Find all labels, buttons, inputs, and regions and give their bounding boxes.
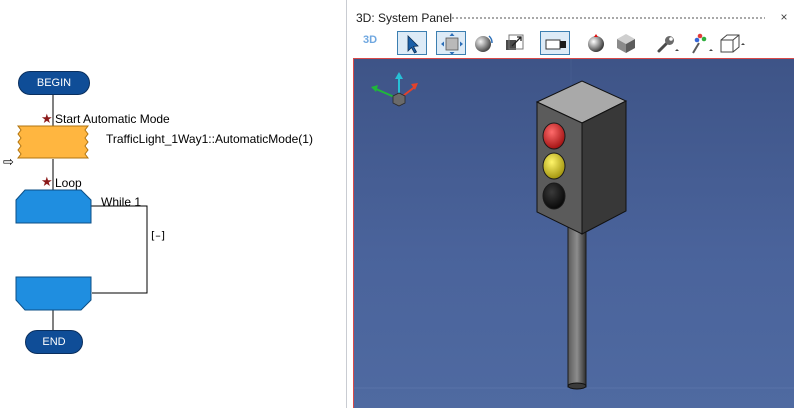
app-window: ★ ★ BEGIN Start Automatic Mode TrafficLi… — [0, 0, 794, 408]
flowchart-canvas: ★ ★ BEGIN Start Automatic Mode TrafficLi… — [0, 0, 346, 408]
step1-call-text: TrafficLight_1Way1::AutomaticMode(1) — [106, 132, 313, 146]
cube-icon — [617, 34, 635, 53]
sphere-icon — [475, 35, 493, 52]
cursor-arrow-icon — [407, 35, 419, 54]
step1-comment: Start Automatic Mode — [55, 112, 170, 126]
scale-button[interactable] — [500, 31, 530, 55]
begin-label: BEGIN — [36, 77, 72, 89]
loop-comment: Loop — [55, 176, 82, 190]
while-condition: While 1 — [101, 195, 142, 209]
close-icon[interactable]: × — [778, 11, 790, 23]
wireframe-button[interactable] — [717, 31, 747, 55]
traffic-light-model — [354, 59, 794, 408]
panel-drag-grip[interactable] — [451, 16, 765, 21]
select-arrow-button[interactable] — [397, 31, 427, 55]
loop-collapse-toggle[interactable]: [–] — [151, 229, 165, 242]
shaded-sphere-icon — [588, 34, 604, 52]
wireframe-box-icon — [720, 34, 745, 53]
wrench-icon — [657, 36, 679, 53]
green-light-off — [542, 182, 566, 210]
fit-view-icon — [441, 33, 463, 55]
panel-title: 3D: System Panel — [356, 11, 453, 25]
panel-toolbar: 3D — [347, 28, 794, 58]
color-palette-icon — [692, 33, 713, 54]
call-block-automatic-mode[interactable] — [15, 125, 91, 160]
end-label: END — [42, 336, 66, 348]
svg-text:★: ★ — [41, 175, 53, 190]
settings-button[interactable] — [652, 31, 682, 55]
camera-icon — [545, 39, 566, 50]
shading-button[interactable] — [581, 31, 611, 55]
viewport-3d[interactable] — [353, 58, 794, 408]
panel-titlebar[interactable]: 3D: System Panel × — [347, 0, 794, 28]
resize-icon — [506, 34, 524, 50]
fit-view-button[interactable] — [436, 31, 466, 55]
yellow-light — [542, 152, 566, 180]
current-step-arrow-icon: ⇨ — [3, 155, 14, 170]
loop-end-block[interactable] — [15, 276, 93, 312]
system-panel-3d: 3D: System Panel × 3D — [346, 0, 794, 408]
axis-triad-icon — [371, 72, 418, 107]
color-button[interactable] — [686, 31, 716, 55]
loop-start-block[interactable] — [15, 189, 93, 225]
mode-3d-label: 3D — [363, 34, 378, 46]
orbit-button[interactable] — [469, 31, 499, 55]
red-light — [542, 122, 566, 150]
solid-view-button[interactable] — [611, 31, 641, 55]
camera-view-button[interactable] — [540, 31, 570, 55]
